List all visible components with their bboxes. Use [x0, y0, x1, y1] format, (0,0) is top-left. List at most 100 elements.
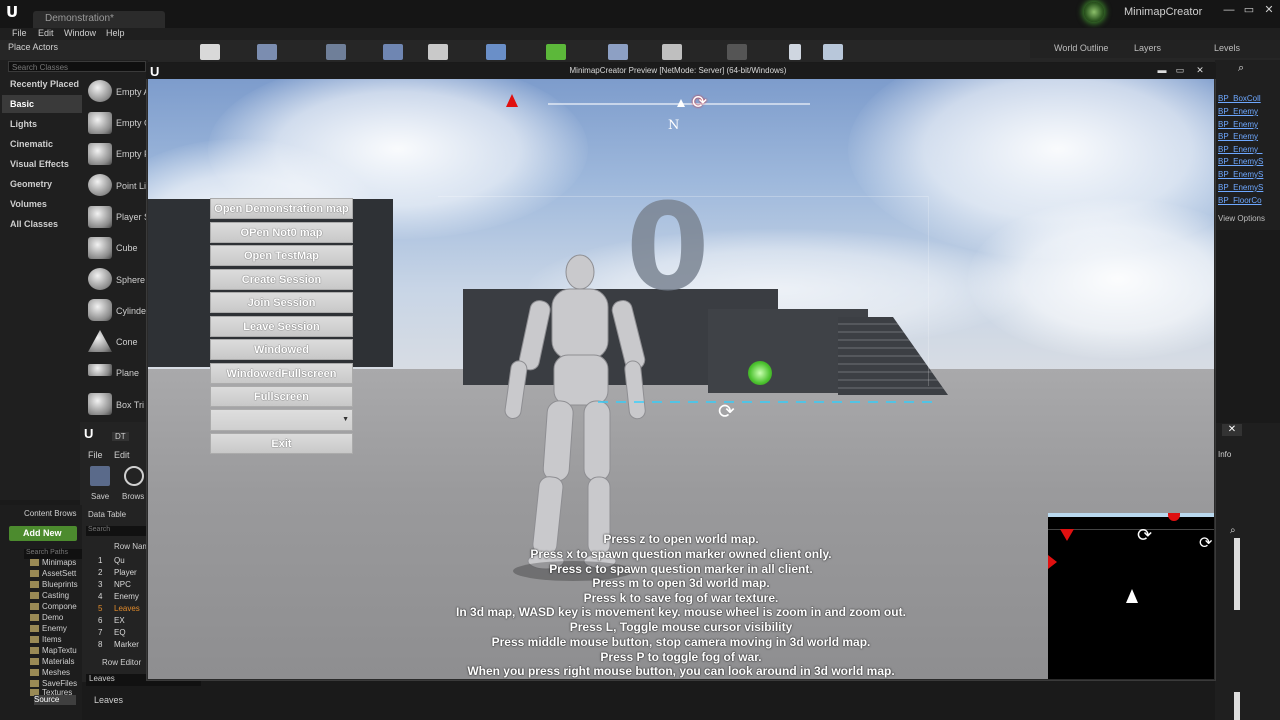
tab-layers[interactable]: Layers: [1134, 43, 1161, 53]
folder-item[interactable]: Materials: [30, 657, 74, 666]
outliner-item[interactable]: BP_EnemyS: [1218, 157, 1263, 166]
outliner-item[interactable]: BP_Enemy_: [1218, 145, 1262, 154]
folder-item[interactable]: Items: [30, 635, 62, 644]
category-basic[interactable]: Basic: [2, 95, 82, 113]
table-row[interactable]: 2 Player: [86, 568, 148, 580]
box-trigger-icon[interactable]: [88, 393, 112, 415]
empty-actor-icon[interactable]: [88, 80, 112, 102]
outliner-item[interactable]: BP_FloorCo: [1218, 196, 1262, 205]
content-icon[interactable]: [383, 44, 403, 60]
sphere-icon[interactable]: [88, 268, 112, 290]
scrollbar[interactable]: [1234, 692, 1240, 720]
create-session-button[interactable]: Create Session: [210, 269, 353, 290]
pause-icon[interactable]: [789, 44, 801, 60]
cylinder-icon[interactable]: [88, 299, 112, 321]
minimize-icon[interactable]: —: [1222, 4, 1236, 16]
folder-item[interactable]: MapTextu: [30, 646, 77, 655]
browse-icon[interactable]: [124, 466, 144, 486]
menu-window[interactable]: Window: [64, 28, 96, 38]
table-row[interactable]: 6 EX: [86, 616, 148, 628]
settings-icon[interactable]: [486, 44, 506, 60]
folder-item-selected[interactable]: Source: [34, 695, 76, 705]
table-row[interactable]: 8 Marker: [86, 640, 148, 652]
folder-item[interactable]: SaveFiles: [30, 679, 77, 688]
view-options-button[interactable]: View Options: [1218, 214, 1265, 223]
folder-item[interactable]: Minimaps: [30, 558, 76, 567]
level-tab[interactable]: Demonstration*: [33, 11, 165, 29]
folder-item[interactable]: Casting: [30, 591, 69, 600]
dt-search-input[interactable]: Search: [86, 526, 148, 536]
place-item-label[interactable]: Cylinde: [116, 306, 146, 316]
table-row-selected[interactable]: 5 Leaves: [86, 604, 148, 616]
data-table-tab[interactable]: DT: [112, 432, 129, 441]
place-item-label[interactable]: Empty P: [116, 149, 150, 159]
place-item-label[interactable]: Player S: [116, 212, 150, 222]
folder-item[interactable]: AssetSett: [30, 569, 76, 578]
outliner-item[interactable]: BP_EnemyS: [1218, 170, 1263, 179]
place-item-label[interactable]: Box Tri: [116, 400, 144, 410]
close-icon[interactable]: ✕: [1222, 424, 1242, 436]
folder-item[interactable]: Blueprints: [30, 580, 78, 589]
tab-levels[interactable]: Levels: [1214, 43, 1240, 53]
search-icon[interactable]: ⌕: [1230, 525, 1242, 537]
maximize-icon[interactable]: ▭: [1172, 64, 1188, 76]
table-row[interactable]: 1 Qu: [86, 556, 148, 568]
place-item-label[interactable]: Plane: [116, 368, 139, 378]
folder-item[interactable]: Meshes: [30, 668, 70, 677]
game-viewport[interactable]: 0 ⟳ ⟳ N Open Demonstration map OPen Not0…: [148, 79, 1214, 679]
save-level-icon[interactable]: [200, 44, 220, 60]
content-browser-tab[interactable]: Content Brows: [24, 509, 76, 518]
cube-icon[interactable]: [88, 237, 112, 259]
empty-character-icon[interactable]: [88, 112, 112, 134]
dt-menu-file[interactable]: File: [88, 450, 103, 460]
fullscreen-button[interactable]: Fullscreen: [210, 386, 353, 407]
dt-browse-label[interactable]: Brows: [122, 492, 144, 501]
blueprints-icon[interactable]: [546, 44, 566, 60]
category-lights[interactable]: Lights: [2, 115, 82, 133]
cinematics-icon[interactable]: [608, 44, 628, 60]
close-icon[interactable]: ✕: [1192, 64, 1208, 76]
close-icon[interactable]: ✕: [1262, 4, 1276, 16]
dt-menu-edit[interactable]: Edit: [114, 450, 130, 460]
open-demonstration-map-button[interactable]: Open Demonstration map: [210, 198, 353, 219]
dt-save-label[interactable]: Save: [91, 492, 109, 501]
windowed-button[interactable]: Windowed: [210, 339, 353, 360]
place-actors-tab[interactable]: Place Actors: [8, 42, 58, 52]
category-all-classes[interactable]: All Classes: [2, 215, 82, 233]
place-item-label[interactable]: Sphere: [116, 275, 145, 285]
menu-file[interactable]: File: [12, 28, 27, 38]
table-row[interactable]: 4 Enemy: [86, 592, 148, 604]
scrollbar[interactable]: [1234, 538, 1240, 610]
modes-icon[interactable]: [326, 44, 346, 60]
category-recently-placed[interactable]: Recently Placed: [2, 75, 82, 93]
menu-edit[interactable]: Edit: [38, 28, 54, 38]
join-session-button[interactable]: Join Session: [210, 292, 353, 313]
category-visual-effects[interactable]: Visual Effects: [2, 155, 82, 173]
windowed-fullscreen-button[interactable]: WindowedFullscreen: [210, 363, 353, 384]
folder-item[interactable]: Compone: [30, 602, 77, 611]
marketplace-icon[interactable]: [428, 44, 448, 60]
place-item-label[interactable]: Cone: [116, 337, 138, 347]
menu-help[interactable]: Help: [106, 28, 125, 38]
plane-icon[interactable]: [88, 364, 112, 376]
outliner-item[interactable]: BP_Enemy: [1218, 107, 1258, 116]
player-start-icon[interactable]: [88, 206, 112, 228]
minimize-icon[interactable]: ▬: [1154, 64, 1170, 76]
category-geometry[interactable]: Geometry: [2, 175, 82, 193]
open-not0-map-button[interactable]: OPen Not0 map: [210, 222, 353, 243]
maximize-icon[interactable]: ▭: [1242, 4, 1256, 16]
outliner-item[interactable]: BP_Enemy: [1218, 120, 1258, 129]
stop-icon[interactable]: [823, 44, 843, 60]
point-light-icon[interactable]: [88, 174, 112, 196]
save-icon[interactable]: [90, 466, 110, 486]
place-item-label[interactable]: Empty A: [116, 87, 150, 97]
table-row[interactable]: 3 NPC: [86, 580, 148, 592]
outliner-item[interactable]: BP_Enemy: [1218, 132, 1258, 141]
leave-session-button[interactable]: Leave Session: [210, 316, 353, 337]
empty-pawn-icon[interactable]: [88, 143, 112, 165]
folder-item[interactable]: Demo: [30, 613, 63, 622]
tab-world-outliner[interactable]: World Outline: [1054, 43, 1108, 53]
add-new-button[interactable]: Add New: [9, 526, 77, 541]
build-icon[interactable]: [662, 44, 682, 60]
outliner-item[interactable]: BP_BoxColl: [1218, 94, 1261, 103]
